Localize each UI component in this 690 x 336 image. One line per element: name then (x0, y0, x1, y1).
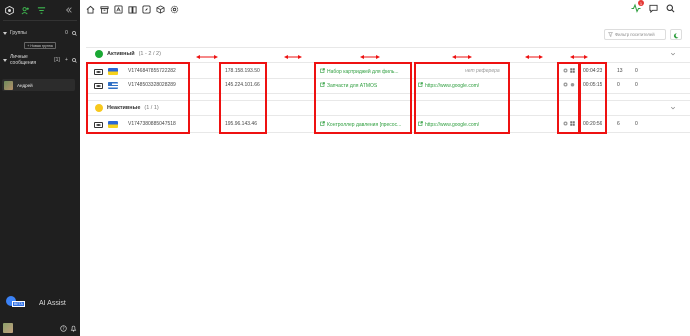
annotation-arrow (570, 55, 588, 59)
pages-count: 6 (617, 121, 620, 127)
annotation-box-device (557, 62, 580, 134)
chats-count: 0 (635, 121, 638, 127)
groups-count: 0 (65, 29, 68, 36)
filter-placeholder: Фильтр посетителей (615, 32, 655, 37)
groups-section-header[interactable]: Группы 0 (0, 27, 80, 39)
pages-count: 13 (617, 68, 623, 74)
chat-icon[interactable] (648, 3, 658, 13)
annotation-arrow (196, 55, 218, 59)
active-section-label: Активный (107, 51, 135, 57)
contact-avatar (4, 80, 13, 90)
ai-beta-badge: BETA (12, 301, 25, 307)
ai-assist-logo-icon: BETA (4, 296, 26, 310)
annotation-box-time (579, 62, 607, 134)
annotation-arrow (284, 55, 302, 59)
active-section-header: Активный (1 - 2 / 2) (95, 50, 161, 58)
contact-item[interactable]: Андрей (2, 79, 75, 91)
settings-icon[interactable] (170, 5, 179, 14)
private-messages-section-header[interactable]: Личные сообщения [1] + (0, 54, 80, 66)
top-toolbar (80, 0, 690, 18)
active-section-count: (1 - 2 / 2) (138, 51, 161, 57)
compass-icon[interactable] (142, 4, 151, 14)
annotation-box-ip (219, 62, 267, 134)
filter-funnel-icon[interactable] (36, 5, 46, 15)
pages-count: 0 (617, 82, 620, 88)
private-messages-count: [1] (54, 56, 60, 63)
sidebar-header (0, 0, 80, 20)
filter-icon (608, 31, 613, 38)
chevron-down-icon[interactable] (670, 105, 676, 111)
annotation-box-referrer (414, 62, 510, 134)
activity-icon[interactable]: 1 (631, 0, 644, 13)
collapse-sidebar-icon[interactable] (64, 5, 74, 15)
contacts-icon[interactable] (20, 5, 30, 15)
theme-toggle-button[interactable] (670, 29, 682, 40)
private-messages-label: Личные сообщения (10, 54, 37, 66)
svg-text:?: ? (62, 326, 64, 331)
private-search-icon[interactable] (72, 57, 77, 63)
archive-icon[interactable] (100, 5, 109, 14)
annotation-box-visitor (86, 62, 190, 134)
chats-count: 0 (635, 68, 638, 74)
annotation-arrow (360, 55, 380, 59)
book-icon[interactable] (128, 5, 137, 14)
visitor-filter-input[interactable]: Фильтр посетителей (604, 29, 666, 40)
expand-triangle-icon[interactable] (3, 31, 7, 35)
app-logo-icon[interactable] (4, 5, 14, 15)
active-status-dot (95, 50, 103, 58)
home-icon[interactable] (86, 5, 95, 14)
search-icon[interactable] (665, 3, 675, 13)
section-divider (86, 47, 690, 48)
help-icon[interactable]: ? (60, 324, 67, 332)
groups-search-icon[interactable] (72, 30, 77, 36)
sidebar: Группы 0 + Новая группа Личные сообщения… (0, 0, 80, 336)
chats-count: 0 (635, 82, 638, 88)
top-right-icons: 1 (631, 0, 675, 13)
chevron-down-icon[interactable] (670, 51, 676, 57)
translate-icon[interactable] (114, 4, 123, 14)
new-group-button[interactable]: + Новая группа (24, 42, 56, 49)
ai-assist-button[interactable]: BETA AI Assist (4, 296, 66, 310)
bell-icon[interactable] (70, 325, 77, 332)
sidebar-footer: ? (0, 320, 80, 336)
contact-name: Андрей (17, 82, 33, 88)
expand-triangle-icon[interactable] (3, 58, 7, 62)
cube-icon[interactable] (156, 4, 165, 14)
notification-badge: 1 (638, 0, 644, 6)
annotation-arrow (452, 55, 472, 59)
add-private-icon[interactable]: + (64, 57, 69, 63)
sidebar-divider (3, 20, 77, 21)
annotation-arrow (525, 55, 543, 59)
ai-assist-label: AI Assist (39, 299, 66, 307)
user-avatar[interactable] (3, 323, 13, 333)
annotation-box-page (314, 62, 412, 134)
moon-icon (673, 26, 679, 44)
groups-label: Группы (10, 30, 27, 36)
